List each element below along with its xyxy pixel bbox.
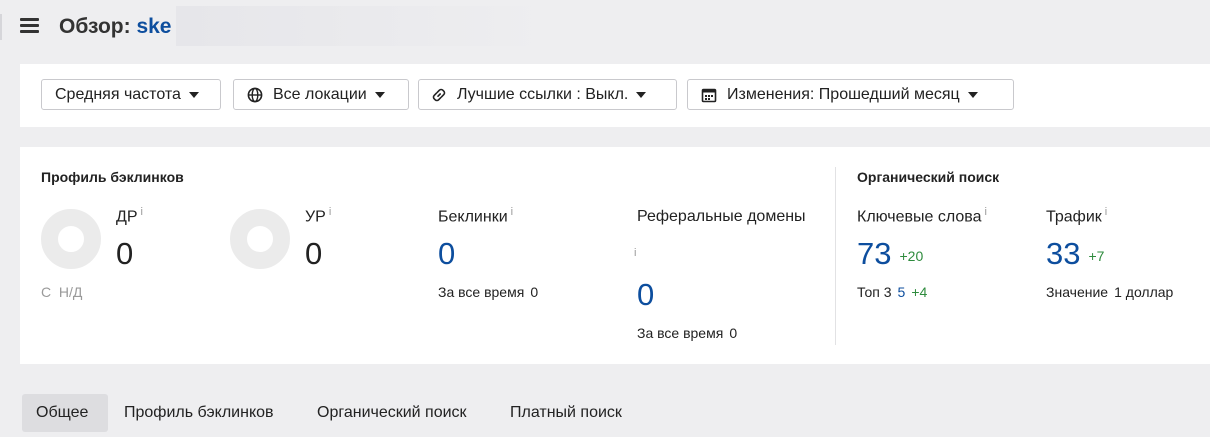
- page-title-prefix: Обзор:: [59, 15, 131, 38]
- info-icon[interactable]: i: [634, 247, 636, 259]
- info-icon[interactable]: i: [1105, 206, 1107, 218]
- dr-footnote: С Н/Д: [41, 284, 83, 300]
- page-title: Обзор: ske: [59, 15, 171, 39]
- locations-dropdown-label: Все локации: [273, 85, 367, 103]
- info-icon[interactable]: i: [511, 206, 513, 218]
- page-title-target[interactable]: ske: [136, 15, 171, 38]
- keywords-value[interactable]: 73 +20: [857, 237, 923, 273]
- caret-down-icon: [636, 91, 647, 98]
- changes-dropdown-label: Изменения: Прошедший месяц: [727, 85, 960, 103]
- backlinks-value[interactable]: 0: [438, 237, 455, 271]
- ref-domains-all-time: За все время 0: [637, 325, 738, 341]
- info-icon[interactable]: i: [985, 206, 987, 218]
- tab-paid-search[interactable]: Платный поиск: [496, 394, 636, 432]
- best-links-dropdown-label: Лучшие ссылки : Выкл.: [457, 85, 629, 103]
- tab-backlink-profile[interactable]: Профиль бэклинков: [110, 394, 288, 432]
- hamburger-menu-icon[interactable]: [20, 18, 39, 34]
- traffic-label[interactable]: Трафик i: [1046, 206, 1107, 226]
- backlinks-all-time: За все время 0: [438, 284, 539, 300]
- backlinks-label[interactable]: Беклинки i: [438, 206, 513, 226]
- dr-donut-chart: [41, 209, 101, 269]
- keywords-label[interactable]: Ключевые слова i: [857, 206, 987, 226]
- ref-domains-value[interactable]: 0: [637, 278, 654, 312]
- tab-overview[interactable]: Общее: [22, 394, 108, 432]
- locations-dropdown[interactable]: Все локации: [233, 79, 409, 110]
- blurred-title-area: [176, 6, 556, 46]
- top3-value[interactable]: 5: [898, 284, 906, 300]
- ur-label[interactable]: УР i: [305, 206, 331, 226]
- top-bar: Обзор: ske: [0, 0, 1210, 56]
- dr-label[interactable]: ДР i: [116, 206, 143, 226]
- backlink-profile-title: Профиль бэклинков: [41, 169, 184, 185]
- changes-dropdown[interactable]: Изменения: Прошедший месяц: [687, 79, 1014, 110]
- traffic-delta: +7: [1088, 248, 1105, 264]
- caret-down-icon: [374, 91, 385, 98]
- top3-delta: +4: [911, 284, 928, 300]
- info-icon[interactable]: i: [141, 206, 143, 218]
- keywords-top3: Топ 3 5 +4: [857, 284, 928, 300]
- left-edge-divider: [0, 14, 2, 40]
- filter-bar: Средняя частота Все локации Лучшие ссылк…: [20, 64, 1210, 127]
- best-links-dropdown[interactable]: Лучшие ссылки : Выкл.: [418, 79, 677, 110]
- frequency-dropdown-label: Средняя частота: [55, 85, 181, 103]
- traffic-worth: Значение 1 доллар: [1046, 284, 1174, 300]
- globe-icon: [247, 87, 263, 102]
- caret-down-icon: [967, 91, 978, 98]
- frequency-dropdown[interactable]: Средняя частота: [41, 79, 221, 110]
- organic-search-title: Органический поиск: [857, 169, 1000, 185]
- link-icon: [432, 88, 446, 101]
- tab-organic-search[interactable]: Органический поиск: [303, 394, 481, 432]
- caret-down-icon: [188, 91, 199, 98]
- ref-domains-label[interactable]: Реферальные домены: [637, 208, 806, 226]
- keywords-delta: +20: [899, 248, 924, 264]
- dr-value: 0: [116, 236, 134, 271]
- section-divider: [835, 167, 836, 345]
- ur-value: 0: [305, 236, 323, 271]
- stats-panel: Профиль бэклинков ДР i 0 С Н/Д УР i 0 Бекл…: [20, 147, 1210, 364]
- ur-donut-chart: [230, 209, 290, 269]
- info-icon[interactable]: i: [329, 206, 331, 218]
- calendar-icon: [701, 88, 717, 102]
- traffic-value[interactable]: 33 +7: [1046, 237, 1104, 273]
